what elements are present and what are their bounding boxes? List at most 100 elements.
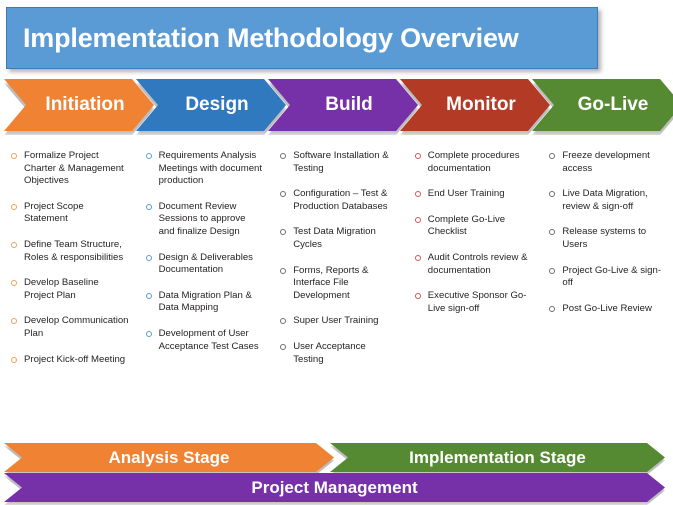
bullet-text: Super User Training [293, 315, 379, 327]
bullet-text: Design & Deliverables Documentation [158, 251, 253, 276]
bullet-item: Project Scope Statement [6, 201, 129, 226]
bullet-text: Test Data Migration Cycles [293, 226, 376, 250]
bullet-item: Formalize Project Charter & Management O… [6, 150, 129, 188]
detail-column-design: Requirements Analysis Meetings with docu… [135, 150, 270, 442]
bullet-item: Forms, Reports & Interface File Developm… [275, 265, 398, 303]
bullet-text: Release systems to Users [562, 226, 647, 250]
bullet-text: Project Scope Statement [24, 200, 84, 225]
bullet-circle-icon [280, 229, 287, 236]
bullet-item: Project Go-Live & sign-off [544, 265, 667, 290]
bullet-circle-icon [11, 241, 17, 248]
bullet-text: Requirements Analysis Meetings with docu… [158, 150, 263, 187]
bullet-text: Complete Go-Live Checklist [427, 213, 506, 238]
bullet-text: Executive Sponsor Go-Live sign-off [427, 290, 527, 314]
bullet-item: Live Data Migration, review & sign-off [544, 188, 667, 213]
bullet-text: Forms, Reports & Interface File Developm… [293, 264, 369, 301]
bullet-circle-icon [11, 203, 17, 210]
stage-bar-implementation-stage[interactable]: Implementation Stage [330, 443, 665, 472]
bullet-item: Complete Go-Live Checklist [410, 214, 533, 239]
bullet-circle-icon [145, 330, 152, 337]
bullet-item: Requirements Analysis Meetings with docu… [141, 150, 264, 188]
bullet-item: Release systems to Users [544, 226, 667, 251]
phase-chevron-design[interactable]: Design [136, 79, 286, 131]
bullet-circle-icon [145, 203, 152, 210]
bullet-circle-icon [549, 267, 556, 274]
bullet-text: Develop Communication Plan [24, 315, 129, 339]
bullet-text: Define Team Structure, Roles & responsib… [24, 238, 124, 263]
bullet-item: Configuration – Test & Production Databa… [275, 188, 398, 213]
bullet-circle-icon [549, 191, 556, 198]
bullet-text: User Acceptance Testing [293, 340, 366, 365]
detail-column-monitor: Complete procedures documentation End Use… [404, 150, 539, 442]
phase-chevron-label: Build [325, 94, 373, 115]
bullet-circle-icon [145, 292, 152, 299]
bullet-item: Freeze development access [544, 150, 667, 175]
bullet-circle-icon [145, 254, 152, 261]
bullet-text: Development of User Acceptance Test Case… [158, 327, 259, 352]
bullet-text: Live Data Migration, review & sign-off [562, 188, 648, 212]
bullet-circle-icon [11, 356, 17, 363]
stage-bar-row: Analysis Stage Implementation Stage [0, 443, 673, 475]
bullet-item: Design & Deliverables Documentation [141, 252, 264, 277]
bullet-text: Develop Baseline Project Plan [24, 277, 99, 301]
bullet-item: Develop Baseline Project Plan [6, 277, 129, 302]
stage-bar-analysis-stage[interactable]: Analysis Stage [4, 443, 334, 472]
bullet-item: Software Installation & Testing [275, 150, 398, 175]
bullet-text: Project Kick-off Meeting [24, 353, 126, 365]
bullet-text: Freeze development access [562, 150, 650, 174]
phase-chevron-row: Initiation Design Build Monitor Go-Live [0, 79, 673, 137]
detail-column-build: Software Installation & Testing Configura… [269, 150, 404, 442]
bullet-circle-icon [280, 267, 287, 274]
phase-chevron-initiation[interactable]: Initiation [4, 79, 154, 131]
bullet-text: Post Go-Live Review [562, 302, 652, 314]
bullet-text: Data Migration Plan & Data Mapping [158, 289, 252, 314]
phase-chevron-label: Design [185, 94, 249, 115]
bullet-circle-icon [414, 216, 421, 223]
project-management-row: Project Management [0, 473, 673, 503]
bullet-circle-icon [414, 153, 421, 159]
bullet-text: Software Installation & Testing [293, 150, 389, 174]
stage-bar-label: Implementation Stage [409, 447, 586, 467]
bullet-circle-icon [280, 318, 287, 325]
bullet-circle-icon [11, 318, 17, 325]
bullet-item: Test Data Migration Cycles [275, 226, 398, 251]
bullet-circle-icon [280, 153, 287, 159]
detail-column-go-live: Freeze development access Live Data Migra… [538, 150, 673, 442]
bullet-item: Develop Communication Plan [6, 315, 129, 340]
bullet-item: Define Team Structure, Roles & responsib… [6, 239, 129, 264]
bullet-circle-icon [280, 191, 287, 198]
page-title: Implementation Methodology Overview [23, 22, 519, 53]
bullet-circle-icon [549, 153, 556, 159]
bullet-circle-icon [414, 254, 421, 261]
bullet-circle-icon [280, 343, 287, 350]
bullet-text: Document Review Sessions to approve and … [158, 200, 246, 237]
phase-chevron-label: Monitor [446, 94, 516, 115]
bullet-circle-icon [549, 305, 556, 312]
bullet-item: Development of User Acceptance Test Case… [141, 328, 264, 353]
bullet-item: Post Go-Live Review [544, 303, 667, 316]
stage-bar-label: Analysis Stage [108, 447, 230, 467]
bullet-text: Complete procedures documentation [427, 150, 520, 174]
bullet-text: Audit Controls review & documentation [427, 251, 528, 276]
bullet-circle-icon [414, 191, 421, 198]
bullet-circle-icon [549, 229, 556, 236]
bullet-item: Executive Sponsor Go-Live sign-off [410, 290, 533, 315]
phase-chevron-monitor[interactable]: Monitor [400, 79, 550, 131]
bullet-text: Configuration – Test & Production Databa… [293, 188, 388, 212]
bullet-circle-icon [145, 153, 152, 159]
project-management-bar[interactable]: Project Management [4, 473, 665, 502]
bullet-text: Formalize Project Charter & Management O… [24, 150, 124, 187]
bullet-item: Super User Training [275, 315, 398, 328]
bullet-item: End User Training [410, 188, 533, 201]
bullet-circle-icon [11, 280, 17, 287]
page-title-banner: Implementation Methodology Overview [6, 7, 598, 69]
detail-column-initiation: Formalize Project Charter & Management O… [0, 150, 135, 442]
bullet-item: Project Kick-off Meeting [6, 354, 129, 367]
bullet-item: Complete procedures documentation [410, 150, 533, 175]
bullet-item: Document Review Sessions to approve and … [141, 201, 264, 239]
phase-chevron-build[interactable]: Build [268, 79, 418, 131]
phase-chevron-label: Initiation [45, 94, 125, 115]
bullet-text: End User Training [427, 188, 505, 200]
phase-chevron-label: Go-Live [577, 94, 649, 115]
bullet-item: Data Migration Plan & Data Mapping [141, 290, 264, 315]
